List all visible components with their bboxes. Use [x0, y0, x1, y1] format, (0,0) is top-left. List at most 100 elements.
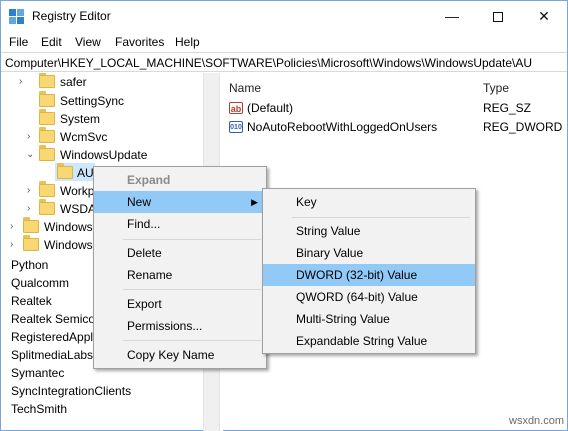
- menu-item-label: New: [127, 195, 152, 209]
- folder-icon: [39, 91, 55, 107]
- tree-item-label: RegisteredAppl: [11, 330, 94, 344]
- menu-item-label: Expand: [127, 173, 171, 187]
- submenu-item-expandable-string-value[interactable]: Expandable String Value: [263, 330, 475, 352]
- tree-item-label: System: [60, 112, 101, 126]
- tree-item-label: Windows: [44, 238, 93, 252]
- folder-icon: [39, 127, 55, 143]
- tree-item-label: Windows: [44, 220, 93, 234]
- tree-item-label: Symantec: [11, 366, 65, 380]
- tree-item-safer[interactable]: › safer: [1, 73, 201, 91]
- value-name: NoAutoRebootWithLoggedOnUsers: [247, 120, 438, 134]
- menu-separator: [123, 239, 261, 240]
- submenu-arrow-icon: ▶: [251, 197, 258, 207]
- menu-file[interactable]: File: [9, 35, 28, 49]
- menu-help[interactable]: Help: [175, 35, 200, 49]
- watermark: wsxdn.com: [509, 415, 565, 427]
- tree-item-label: safer: [60, 75, 87, 89]
- menu-separator: [292, 217, 470, 218]
- folder-icon: [39, 181, 55, 197]
- menu-item-label: String Value: [296, 224, 361, 238]
- menu-item-export[interactable]: Export: [94, 293, 266, 315]
- submenu-item-multi-string-value[interactable]: Multi-String Value: [263, 308, 475, 330]
- registry-editor-window: Registry Editor — ✕ File Edit View Favor…: [0, 0, 568, 431]
- menu-item-rename[interactable]: Rename: [94, 264, 266, 286]
- folder-icon: [23, 235, 39, 251]
- tree-item-label: TechSmith: [11, 402, 68, 416]
- chevron-right-icon[interactable]: ›: [19, 73, 29, 91]
- tree-item-label: SyncIntegrationClients: [11, 384, 132, 398]
- address-bar[interactable]: Computer\HKEY_LOCAL_MACHINE\SOFTWARE\Pol…: [1, 52, 567, 72]
- menu-item-delete[interactable]: Delete: [94, 242, 266, 264]
- chevron-right-icon[interactable]: ›: [27, 182, 37, 200]
- tree-item-system[interactable]: System: [1, 109, 201, 128]
- maximize-icon: [493, 12, 503, 23]
- column-header-name[interactable]: Name: [229, 81, 261, 95]
- submenu-item-binary-value[interactable]: Binary Value: [263, 242, 475, 264]
- submenu-item-key[interactable]: Key: [263, 191, 475, 213]
- string-value-icon: ab: [229, 102, 243, 114]
- tree-item-techsmith[interactable]: TechSmith: [1, 400, 201, 418]
- menu-item-label: Multi-String Value: [296, 312, 390, 326]
- binary-value-icon: 010: [229, 121, 243, 133]
- tree-item-label: WSDA: [60, 202, 96, 216]
- menu-item-find[interactable]: Find...: [94, 213, 266, 235]
- folder-open-icon: [39, 145, 55, 161]
- tree-item-wcmsvc[interactable]: › WcmSvc: [1, 127, 201, 146]
- tree-item-label: Realtek: [11, 294, 52, 308]
- tree-item-label: Python: [11, 258, 49, 272]
- menu-separator: [123, 289, 261, 290]
- tree-item-syncintegrationclients[interactable]: SyncIntegrationClients: [1, 382, 201, 400]
- menu-edit[interactable]: Edit: [41, 35, 62, 49]
- submenu-item-dword-value[interactable]: DWORD (32-bit) Value: [263, 264, 475, 286]
- tree-item-label: Realtek Semico: [11, 312, 96, 326]
- chevron-right-icon[interactable]: ›: [10, 218, 20, 236]
- registry-app-icon: [9, 9, 25, 25]
- menu-item-label: Delete: [127, 246, 162, 260]
- menu-view[interactable]: View: [75, 35, 101, 49]
- context-menu: Expand New ▶ Find... Delete Rename Export…: [93, 166, 267, 369]
- tree-item-label: WindowsUpdate: [60, 148, 148, 162]
- value-row-noautoreboot[interactable]: 010 NoAutoRebootWithLoggedOnUsers REG_DW…: [223, 118, 567, 136]
- value-row-default[interactable]: ab (Default) REG_SZ: [223, 99, 567, 117]
- value-type: REG_DWORD: [483, 120, 563, 134]
- minimize-button[interactable]: —: [429, 1, 475, 31]
- menu-item-label: DWORD (32-bit) Value: [296, 268, 418, 282]
- menu-item-label: Key: [296, 195, 317, 209]
- menu-item-label: Find...: [127, 217, 161, 231]
- folder-icon: [39, 109, 55, 125]
- close-button[interactable]: ✕: [521, 1, 567, 31]
- tree-item-label: Workp: [60, 184, 95, 198]
- maximize-button[interactable]: [475, 1, 521, 31]
- new-submenu: Key String Value Binary Value DWORD (32-…: [262, 188, 476, 354]
- tree-item-windowsupdate[interactable]: ⌄ WindowsUpdate: [1, 145, 201, 164]
- menu-item-copy-key-name[interactable]: Copy Key Name: [94, 344, 266, 366]
- menu-item-label: Export: [127, 297, 162, 311]
- menu-separator: [123, 340, 261, 341]
- title-bar: Registry Editor — ✕: [1, 1, 567, 31]
- folder-open-icon: [57, 163, 73, 179]
- tree-item-label: AU: [77, 166, 94, 180]
- chevron-right-icon[interactable]: ›: [10, 236, 20, 254]
- menu-item-expand[interactable]: Expand: [94, 169, 266, 191]
- chevron-down-icon[interactable]: ⌄: [26, 146, 36, 164]
- menu-favorites[interactable]: Favorites: [115, 35, 164, 49]
- menu-item-label: Copy Key Name: [127, 348, 215, 362]
- tree-item-label: Qualcomm: [11, 276, 70, 290]
- submenu-item-string-value[interactable]: String Value: [263, 220, 475, 242]
- menu-item-label: Binary Value: [296, 246, 364, 260]
- menu-item-new[interactable]: New ▶: [94, 191, 266, 213]
- tree-item-label: WcmSvc: [60, 130, 108, 144]
- chevron-right-icon[interactable]: ›: [27, 128, 37, 146]
- column-header-type[interactable]: Type: [483, 81, 509, 95]
- submenu-item-qword-value[interactable]: QWORD (64-bit) Value: [263, 286, 475, 308]
- menu-item-label: QWORD (64-bit) Value: [296, 290, 418, 304]
- folder-icon: [39, 73, 55, 88]
- tree-item-label: SettingSync: [60, 94, 125, 108]
- window-title: Registry Editor: [32, 9, 111, 23]
- tree-item-settingsync[interactable]: SettingSync: [1, 91, 201, 110]
- chevron-right-icon[interactable]: ›: [27, 200, 37, 218]
- menu-item-label: Permissions...: [127, 319, 203, 333]
- value-name: (Default): [247, 101, 294, 115]
- menu-item-permissions[interactable]: Permissions...: [94, 315, 266, 337]
- folder-icon: [39, 199, 55, 215]
